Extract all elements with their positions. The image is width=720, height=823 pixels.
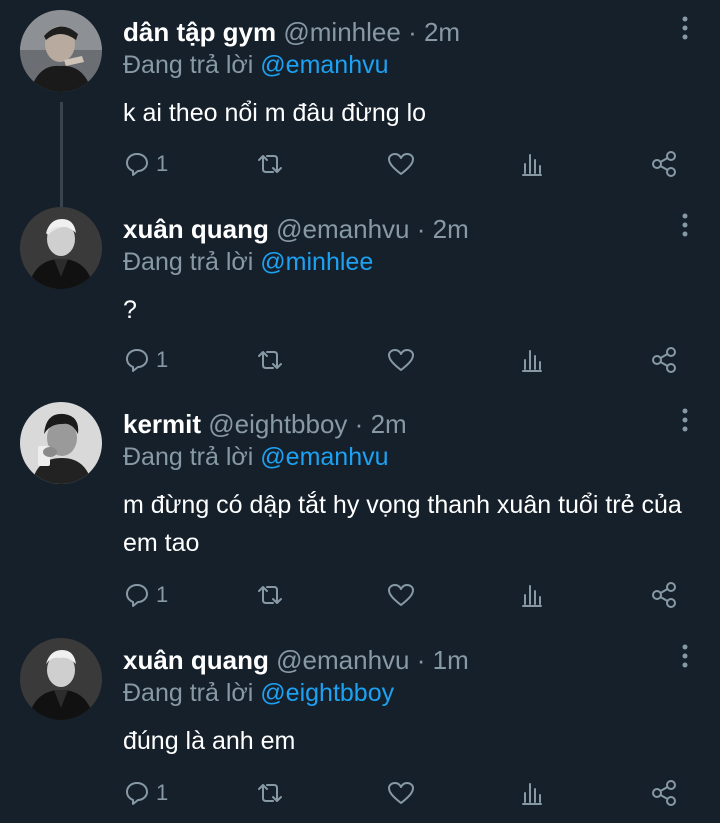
action-bar: 1 — [0, 342, 720, 378]
analytics-button[interactable] — [520, 577, 544, 613]
avatar[interactable] — [20, 207, 102, 289]
share-button[interactable] — [650, 342, 678, 378]
tweet-header: kermit @eightbboy · 2m — [123, 408, 407, 440]
retweet-icon — [258, 784, 282, 802]
analytics-button[interactable] — [520, 342, 544, 378]
like-icon — [388, 349, 414, 371]
tweet-header: xuân quang @emanhvu · 2m — [123, 213, 469, 245]
avatar[interactable] — [20, 10, 102, 92]
timestamp[interactable]: 2m — [424, 17, 460, 47]
reply-button[interactable]: 1 — [124, 775, 168, 811]
display-name[interactable]: dân tập gym — [123, 17, 276, 47]
tweet-header: xuân quang @emanhvu · 1m — [123, 644, 469, 676]
analytics-icon — [522, 350, 542, 372]
analytics-icon — [522, 783, 542, 805]
mention-link[interactable]: @emanhvu — [260, 443, 388, 471]
reply-count: 1 — [156, 780, 169, 805]
share-button[interactable] — [650, 775, 678, 811]
replying-to-label: Đang trả lời — [123, 679, 254, 707]
retweet-button[interactable] — [255, 146, 285, 182]
share-icon — [652, 582, 676, 608]
retweet-button[interactable] — [255, 342, 285, 378]
retweet-button[interactable] — [255, 577, 285, 613]
like-button[interactable] — [387, 577, 415, 613]
timestamp[interactable]: 1m — [433, 645, 469, 675]
replying-to: Đang trả lời @minhlee — [123, 247, 373, 277]
separator: · — [408, 17, 417, 47]
retweet-icon — [258, 351, 282, 369]
like-button[interactable] — [387, 775, 415, 811]
mention-link[interactable]: @minhlee — [260, 248, 373, 276]
share-icon — [652, 347, 676, 373]
user-handle[interactable]: @emanhvu — [276, 645, 409, 675]
replying-to-label: Đang trả lời — [123, 248, 254, 276]
share-icon — [652, 151, 676, 177]
replying-to: Đang trả lời @eightbboy — [123, 678, 394, 708]
avatar[interactable] — [20, 638, 102, 720]
user-handle[interactable]: @eightbboy — [208, 409, 347, 439]
timestamp[interactable]: 2m — [433, 214, 469, 244]
analytics-icon — [522, 154, 542, 176]
tweet-text: k ai theo nổi m đâu đừng lo — [123, 99, 427, 127]
like-button[interactable] — [387, 146, 415, 182]
more-icon[interactable] — [678, 14, 692, 44]
share-button[interactable] — [650, 577, 678, 613]
reply-button[interactable]: 1 — [124, 577, 168, 613]
separator: · — [354, 409, 364, 439]
reply-count: 1 — [156, 151, 169, 176]
tweet-text: ? — [123, 296, 137, 324]
reply-count: 1 — [156, 347, 169, 372]
like-icon — [388, 584, 414, 606]
separator: · — [416, 645, 426, 675]
reply-icon — [126, 584, 148, 607]
like-icon — [388, 782, 414, 804]
share-icon — [652, 780, 676, 806]
reply-count: 1 — [156, 582, 169, 607]
reply-icon — [126, 349, 148, 372]
like-button[interactable] — [387, 342, 415, 378]
retweet-button[interactable] — [255, 775, 285, 811]
avatar[interactable] — [20, 402, 102, 484]
user-handle[interactable]: @minhlee — [283, 17, 400, 47]
retweet-icon — [258, 586, 282, 604]
share-button[interactable] — [650, 146, 678, 182]
more-icon[interactable] — [678, 406, 692, 436]
reply-icon — [126, 153, 148, 176]
more-icon[interactable] — [678, 642, 692, 672]
replying-to: Đang trả lời @emanhvu — [123, 442, 389, 472]
reply-icon — [126, 782, 148, 805]
more-icon[interactable] — [678, 211, 692, 241]
action-bar: 1 — [0, 775, 720, 811]
display-name[interactable]: kermit — [123, 409, 201, 439]
replying-to-label: Đang trả lời — [123, 51, 254, 79]
mention-link[interactable]: @emanhvu — [260, 51, 388, 79]
display-name[interactable]: xuân quang — [123, 214, 269, 244]
user-handle[interactable]: @emanhvu — [276, 214, 409, 244]
mention-link[interactable]: @eightbboy — [260, 679, 394, 707]
analytics-icon — [522, 585, 542, 607]
separator: · — [416, 214, 426, 244]
analytics-button[interactable] — [520, 775, 544, 811]
analytics-button[interactable] — [520, 146, 544, 182]
reply-button[interactable]: 1 — [124, 146, 168, 182]
reply-button[interactable]: 1 — [124, 342, 168, 378]
tweet-text: đúng là anh em — [123, 727, 296, 755]
like-icon — [388, 153, 414, 175]
tweet-text: m đừng có dập tắt hy vọng thanh xuân tuổ… — [123, 491, 682, 557]
retweet-icon — [258, 155, 282, 173]
replying-to: Đang trả lời @emanhvu — [123, 50, 389, 80]
action-bar: 1 — [0, 146, 720, 182]
action-bar: 1 — [0, 577, 720, 613]
replying-to-label: Đang trả lời — [123, 443, 254, 471]
timestamp[interactable]: 2m — [371, 409, 407, 439]
display-name[interactable]: xuân quang — [123, 645, 269, 675]
tweet-header: dân tập gym @minhlee · 2m — [123, 16, 460, 48]
